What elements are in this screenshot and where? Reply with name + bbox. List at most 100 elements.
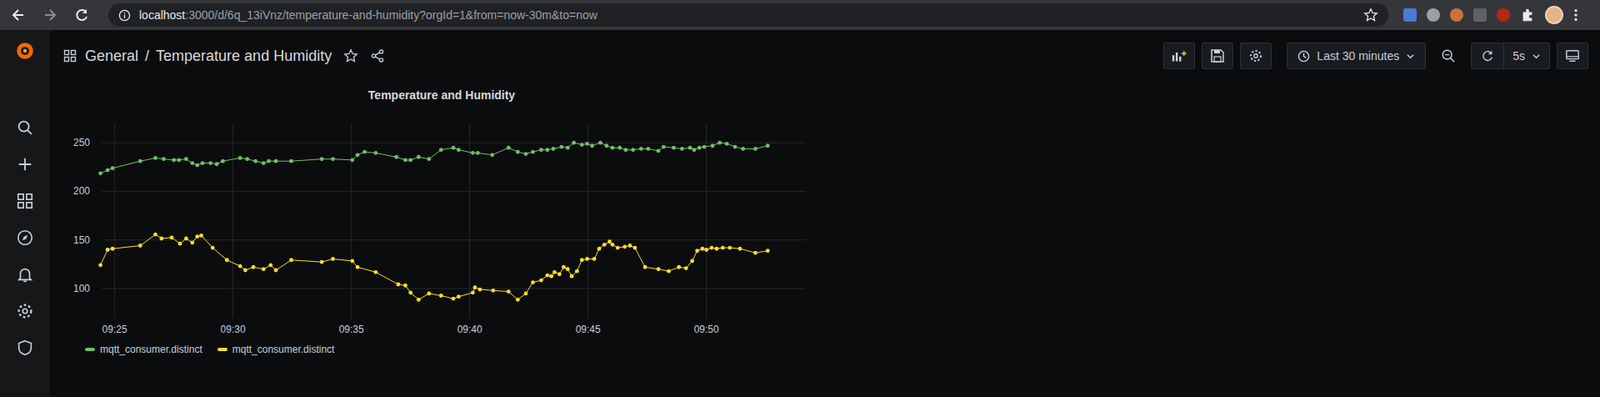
data-point[interactable] xyxy=(645,146,650,151)
add-panel-button[interactable] xyxy=(1163,42,1195,70)
data-point[interactable] xyxy=(727,245,732,250)
data-point[interactable] xyxy=(451,296,456,301)
data-point[interactable] xyxy=(153,155,158,160)
data-point[interactable] xyxy=(700,246,705,251)
data-point[interactable] xyxy=(195,234,200,239)
data-point[interactable] xyxy=(715,246,720,251)
menu-icon[interactable] xyxy=(1573,7,1579,23)
data-point[interactable] xyxy=(530,150,535,155)
search-icon[interactable] xyxy=(15,118,35,137)
settings-button[interactable] xyxy=(1240,42,1272,70)
data-point[interactable] xyxy=(565,145,570,150)
data-point[interactable] xyxy=(580,142,585,147)
data-point[interactable] xyxy=(643,265,648,270)
data-point[interactable] xyxy=(98,262,103,267)
ublock-extension-icon[interactable] xyxy=(1496,8,1510,22)
data-point[interactable] xyxy=(753,146,758,151)
data-point[interactable] xyxy=(184,236,189,241)
data-point[interactable] xyxy=(738,246,743,251)
data-point[interactable] xyxy=(585,256,590,261)
data-point[interactable] xyxy=(190,240,195,245)
data-point[interactable] xyxy=(320,260,325,265)
data-point[interactable] xyxy=(676,265,681,270)
dashboards-icon[interactable] xyxy=(15,191,35,210)
spy-extension-icon[interactable] xyxy=(1426,8,1440,22)
data-point[interactable] xyxy=(628,243,633,248)
data-point[interactable] xyxy=(592,256,597,261)
data-point[interactable] xyxy=(274,159,279,164)
data-point[interactable] xyxy=(561,265,566,270)
info-icon[interactable] xyxy=(118,9,131,22)
data-point[interactable] xyxy=(607,239,612,244)
data-point[interactable] xyxy=(195,163,200,168)
data-point[interactable] xyxy=(610,242,615,247)
data-point[interactable] xyxy=(408,157,413,162)
cookie-extension-icon[interactable] xyxy=(1450,8,1464,22)
data-point[interactable] xyxy=(610,145,615,150)
terminal-extension-icon[interactable] xyxy=(1473,8,1487,22)
data-point[interactable] xyxy=(330,156,335,161)
data-point[interactable] xyxy=(210,245,215,250)
data-point[interactable] xyxy=(362,150,367,155)
data-point[interactable] xyxy=(656,149,661,154)
legend-item[interactable]: mqtt_consumer.distinct xyxy=(85,343,203,355)
data-point[interactable] xyxy=(426,156,431,161)
configuration-gear-icon[interactable] xyxy=(15,301,35,320)
share-icon[interactable] xyxy=(370,48,385,64)
data-point[interactable] xyxy=(570,274,575,279)
data-point[interactable] xyxy=(153,232,158,237)
data-point[interactable] xyxy=(688,145,693,150)
data-point[interactable] xyxy=(473,285,478,290)
data-point[interactable] xyxy=(490,288,495,293)
data-point[interactable] xyxy=(439,147,444,152)
data-point[interactable] xyxy=(289,257,294,262)
data-point[interactable] xyxy=(765,143,770,148)
data-point[interactable] xyxy=(530,280,535,285)
data-point[interactable] xyxy=(171,157,176,162)
data-point[interactable] xyxy=(725,141,730,146)
data-point[interactable] xyxy=(350,157,355,162)
data-point[interactable] xyxy=(320,156,325,161)
data-point[interactable] xyxy=(671,145,676,150)
profile-avatar-icon[interactable] xyxy=(1545,5,1564,25)
back-icon[interactable] xyxy=(10,6,27,24)
data-point[interactable] xyxy=(243,268,248,273)
address-bar[interactable]: localhost:3000/d/6q_13iVnz/temperature-a… xyxy=(108,3,1389,27)
data-point[interactable] xyxy=(416,155,421,160)
data-point[interactable] xyxy=(717,140,722,145)
data-point[interactable] xyxy=(575,269,580,274)
data-point[interactable] xyxy=(590,143,595,148)
data-point[interactable] xyxy=(395,282,400,287)
data-point[interactable] xyxy=(552,270,557,275)
data-point[interactable] xyxy=(470,290,475,295)
data-point[interactable] xyxy=(604,143,609,148)
data-point[interactable] xyxy=(215,161,220,166)
data-point[interactable] xyxy=(704,247,709,252)
data-point[interactable] xyxy=(253,159,258,164)
data-point[interactable] xyxy=(238,264,243,269)
data-point[interactable] xyxy=(524,151,529,156)
dashboard-title[interactable]: Temperature and Humidity xyxy=(155,47,332,65)
data-point[interactable] xyxy=(692,147,697,152)
data-point[interactable] xyxy=(426,291,431,296)
folder-link[interactable]: General xyxy=(85,47,139,65)
data-point[interactable] xyxy=(374,270,379,275)
tv-mode-button[interactable] xyxy=(1556,42,1589,70)
grafana-logo-icon[interactable] xyxy=(14,40,36,62)
data-point[interactable] xyxy=(690,259,695,264)
data-point[interactable] xyxy=(110,165,115,170)
data-point[interactable] xyxy=(416,297,421,302)
data-point[interactable] xyxy=(765,248,770,253)
refresh-picker[interactable]: 5s xyxy=(1470,42,1550,70)
data-point[interactable] xyxy=(565,266,570,271)
data-point[interactable] xyxy=(661,145,666,150)
data-point[interactable] xyxy=(695,248,700,253)
data-point[interactable] xyxy=(238,155,243,160)
data-point[interactable] xyxy=(549,274,554,279)
data-point[interactable] xyxy=(539,278,544,283)
data-point[interactable] xyxy=(656,266,661,271)
data-point[interactable] xyxy=(261,266,266,271)
data-point[interactable] xyxy=(225,257,230,262)
data-point[interactable] xyxy=(176,157,181,162)
data-point[interactable] xyxy=(697,145,702,150)
